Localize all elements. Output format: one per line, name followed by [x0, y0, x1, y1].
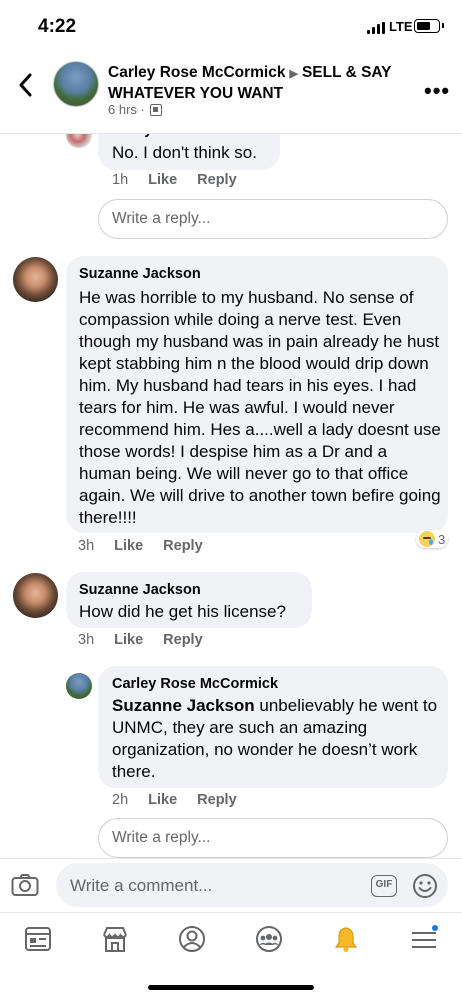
- menu-icon[interactable]: [410, 925, 438, 953]
- back-arrow-icon[interactable]: [14, 70, 38, 100]
- comment-text: Suzanne Jackson unbelievably he went to …: [112, 695, 438, 783]
- meta-separator: ·: [140, 102, 145, 117]
- profile-icon[interactable]: [178, 925, 206, 953]
- comment-bubble: Carley Rose McCormick Suzanne Jackson un…: [98, 666, 448, 788]
- like-button[interactable]: Like: [148, 172, 177, 188]
- commenter-avatar[interactable]: [13, 573, 58, 618]
- post-meta: 6 hrs ·: [108, 102, 162, 117]
- comment-actions: 3h Like Reply: [78, 632, 223, 648]
- network-label: LTE: [389, 19, 413, 34]
- reply-input[interactable]: Write a reply...: [98, 818, 448, 858]
- battery-icon: [414, 19, 444, 33]
- post-title[interactable]: Carley Rose McCormick ▶ SELL & SAY WHATEVE…: [108, 63, 418, 104]
- reply-button[interactable]: Reply: [163, 632, 203, 648]
- post-time: 6 hrs: [108, 102, 137, 117]
- commenter-avatar[interactable]: [13, 257, 58, 302]
- comment-placeholder: Write a comment...: [70, 876, 213, 895]
- comment-text: How did he get his license?: [79, 602, 286, 621]
- reply-input[interactable]: Write a reply...: [98, 199, 448, 239]
- comment-composer: Write a comment... GIF: [0, 858, 462, 912]
- comment-bubble: Suzanne Jackson How did he get his licen…: [66, 572, 312, 628]
- author-avatar[interactable]: [53, 61, 99, 107]
- sad-reaction-icon: [419, 531, 435, 547]
- like-button[interactable]: Like: [114, 632, 143, 648]
- reaction-count: 3: [438, 531, 446, 547]
- like-button[interactable]: Like: [114, 538, 143, 554]
- mention-link[interactable]: Suzanne Jackson: [112, 696, 255, 715]
- like-button[interactable]: Like: [148, 792, 177, 808]
- commenter-name[interactable]: Carley Rose McCormick: [112, 676, 278, 692]
- comment-time: 3h: [78, 632, 95, 648]
- signal-icon: [367, 22, 387, 34]
- commenter-avatar[interactable]: [66, 673, 92, 699]
- comment-time: 1h: [112, 172, 129, 188]
- emoji-icon[interactable]: [412, 873, 438, 899]
- comment-time: 2h: [112, 792, 129, 808]
- bottom-nav: [0, 912, 462, 964]
- comment-actions: 1h Like Reply: [112, 172, 257, 188]
- reply-button[interactable]: Reply: [197, 172, 237, 188]
- camera-icon[interactable]: [11, 873, 39, 897]
- more-options-icon[interactable]: •••: [424, 78, 450, 104]
- home-indicator[interactable]: [148, 985, 314, 990]
- commenter-name[interactable]: Suzanne Jackson: [79, 582, 201, 598]
- arrow-right-icon: ▶: [289, 68, 298, 80]
- post-header: Carley Rose McCormick ▶ SELL & SAY WHATEVE…: [0, 52, 462, 134]
- marketplace-icon[interactable]: [101, 925, 129, 953]
- comment-actions: 2h Like Reply: [112, 792, 257, 808]
- group-privacy-icon: [149, 103, 162, 116]
- groups-icon[interactable]: [255, 925, 283, 953]
- reaction-badge[interactable]: 3: [416, 530, 449, 548]
- comment-text: No. I don't think so.: [112, 143, 257, 162]
- comment-actions: 3h Like Reply: [78, 538, 223, 554]
- comment-bubble: Suzanne Jackson He was horrible to my hu…: [66, 256, 448, 533]
- notifications-icon[interactable]: [332, 925, 360, 953]
- comment-text: He was horrible to my husband. No sense …: [79, 288, 441, 527]
- reply-button[interactable]: Reply: [163, 538, 203, 554]
- comment-time: 3h: [78, 538, 95, 554]
- feed-icon[interactable]: [24, 925, 52, 953]
- status-time: 4:22: [38, 16, 77, 37]
- status-bar: 4:22 LTE: [0, 0, 462, 52]
- commenter-name[interactable]: Suzanne Jackson: [79, 266, 201, 282]
- reply-button[interactable]: Reply: [197, 792, 237, 808]
- author-name[interactable]: Carley Rose McCormick: [108, 64, 285, 81]
- gif-button[interactable]: GIF: [371, 875, 397, 897]
